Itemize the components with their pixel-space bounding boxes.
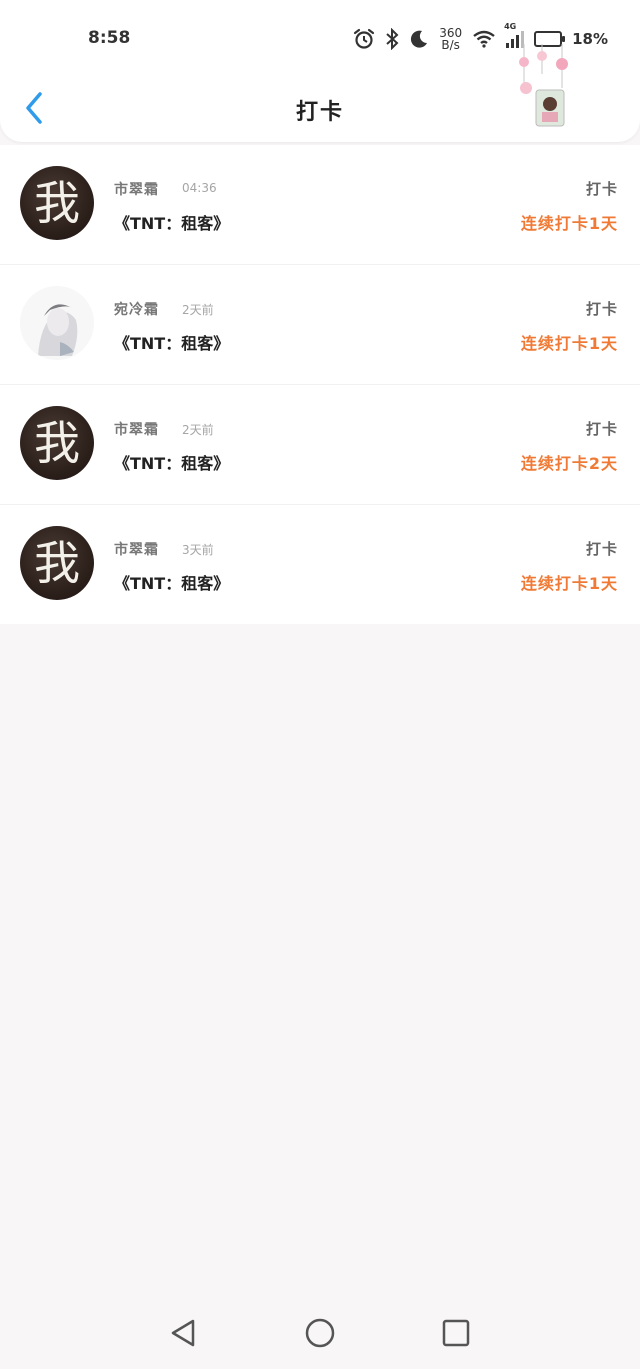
user-name: 宛冷霜 [114, 302, 159, 318]
list-item[interactable]: 我 市翠霜 2天前 《TNT：租客》 打卡 连续打卡2天 [0, 385, 640, 505]
square-recents-icon [442, 1319, 470, 1347]
book-title: 《TNT：租客》 [114, 454, 230, 473]
list-item[interactable]: 我 市翠霜 04:36 《TNT：租客》 打卡 连续打卡1天 [0, 145, 640, 265]
moon-icon [411, 30, 428, 48]
streak-text: 连续打卡1天 [520, 334, 618, 353]
checkin-time: 2天前 [182, 423, 214, 437]
checkin-label: 打卡 [585, 540, 618, 558]
nav-home-button[interactable] [303, 1316, 337, 1350]
checkin-time: 04:36 [182, 181, 217, 195]
list-item[interactable]: 宛冷霜 2天前 《TNT：租客》 打卡 连续打卡1天 [0, 265, 640, 385]
checkin-label: 打卡 [585, 300, 618, 318]
avatar-glyph: 我 [34, 176, 80, 230]
list-item[interactable]: 我 市翠霜 3天前 《TNT：租客》 打卡 连续打卡1天 [0, 505, 640, 624]
avatar[interactable]: 我 [20, 526, 94, 600]
user-name: 市翠霜 [114, 422, 159, 438]
top-bar: 8:58 360 B/s 4G 18% 打卡 [0, 0, 640, 142]
checkin-time: 3天前 [182, 543, 214, 557]
user-name: 市翠霜 [114, 542, 159, 558]
avatar-glyph: 我 [34, 416, 80, 470]
streak-text: 连续打卡2天 [520, 454, 618, 473]
circle-home-icon [305, 1318, 335, 1348]
streak-text: 连续打卡1天 [520, 214, 618, 233]
checkin-label: 打卡 [585, 420, 618, 438]
avatar[interactable] [20, 286, 94, 360]
book-title: 《TNT：租客》 [114, 574, 230, 593]
alarm-icon [354, 28, 375, 49]
decorative-charm-image [519, 44, 568, 127]
signal-type: 4G [504, 21, 517, 31]
network-speed-unit: B/s [441, 38, 460, 52]
avatar[interactable]: 我 [20, 166, 94, 240]
book-title: 《TNT：租客》 [114, 334, 230, 353]
checkin-list: 我 市翠霜 04:36 《TNT：租客》 打卡 连续打卡1天 宛冷霜 2天前 《… [0, 145, 640, 624]
streak-text: 连续打卡1天 [520, 574, 618, 593]
status-time: 8:58 [88, 28, 131, 48]
user-name: 市翠霜 [114, 182, 159, 198]
bluetooth-icon [386, 28, 399, 50]
system-nav-bar [0, 1298, 640, 1369]
network-speed: 360 B/s [439, 27, 462, 51]
nav-back-button[interactable] [166, 1316, 200, 1350]
checkin-time: 2天前 [182, 303, 214, 317]
avatar-glyph: 我 [34, 536, 80, 590]
avatar-illustration [20, 286, 94, 360]
triangle-back-icon [171, 1319, 195, 1347]
nav-recents-button[interactable] [439, 1316, 473, 1350]
checkin-label: 打卡 [585, 180, 618, 198]
book-title: 《TNT：租客》 [114, 214, 230, 233]
avatar[interactable]: 我 [20, 406, 94, 480]
signal-bar-icon [506, 42, 510, 48]
wifi-icon [473, 30, 495, 48]
